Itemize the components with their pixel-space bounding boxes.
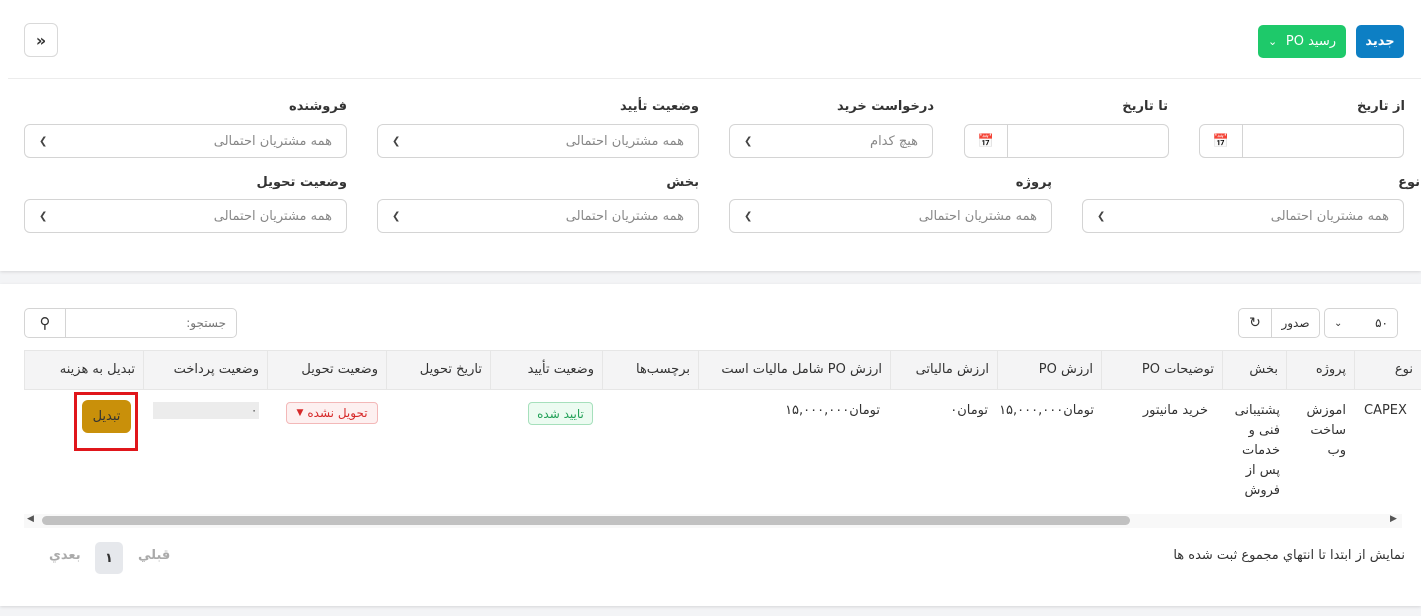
approval-status-label: وضعیت تأیید (619, 99, 699, 114)
project-select[interactable]: همه مشتریان احتمالی ❯ (729, 199, 1052, 233)
new-button[interactable]: جدید (1356, 25, 1404, 58)
column-header[interactable]: تبدیل به هزینه (24, 351, 143, 389)
divider (8, 78, 1421, 79)
column-header[interactable]: وضعیت تأیید (490, 351, 602, 389)
delivery-status-select[interactable]: همه مشتریان احتمالی ❯ (24, 199, 347, 233)
to-date-label: تا تاریخ (1122, 99, 1168, 114)
type-label: نوع (1398, 175, 1420, 190)
po-receipt-label: رسید PO (1285, 34, 1336, 49)
column-header[interactable]: پروژه (1286, 351, 1354, 389)
export-group: ↻ صدور (1238, 308, 1320, 338)
department-value: همه مشتریان احتمالی (565, 208, 684, 224)
po-receipt-dropdown-button[interactable]: رسید PO ⌄ (1258, 25, 1346, 58)
row-type: CAPEX (1364, 403, 1407, 418)
delivery-status-label: وضعیت تحویل (256, 175, 347, 190)
approval-status-value: همه مشتریان احتمالی (565, 133, 684, 149)
payment-status-value: ۰ (251, 404, 257, 417)
double-chevron-right-icon: » (35, 30, 47, 50)
column-header[interactable]: وضعیت تحویل (267, 351, 386, 389)
project-value: همه مشتریان احتمالی (918, 208, 1037, 224)
search-icon[interactable]: ⚲ (25, 309, 66, 337)
calendar-icon[interactable]: 📅 (965, 125, 1008, 157)
to-date-input[interactable]: 📅 (964, 124, 1169, 158)
row-po-value-with-tax: تومان۱۵,۰۰۰,۰۰۰ (785, 403, 880, 418)
page-number-button[interactable]: ۱ (95, 542, 123, 574)
payment-status-bar: ۰ (153, 402, 259, 419)
type-value: همه مشتریان احتمالی (1270, 208, 1389, 224)
export-button[interactable]: صدور (1272, 309, 1319, 337)
column-header[interactable]: بخش (1222, 351, 1286, 389)
from-date-input[interactable]: 📅 (1199, 124, 1404, 158)
project-label: پروژه (1015, 175, 1052, 190)
vendor-select[interactable]: همه مشتریان احتمالی ❯ (24, 124, 347, 158)
column-header[interactable]: برچسب‌ها (602, 351, 698, 389)
column-header[interactable]: نوع (1354, 351, 1421, 389)
next-page-button[interactable]: بعدي (49, 548, 81, 563)
department-select[interactable]: همه مشتریان احتمالی ❯ (377, 199, 699, 233)
vendor-label: فروشنده (289, 99, 347, 114)
chevron-down-icon: ⌄ (1334, 317, 1343, 329)
row-description: خرید مانیتور (1142, 403, 1208, 418)
column-header[interactable]: تاریخ تحویل (386, 351, 490, 389)
delivery-status-badge[interactable]: تحویل نشده ▼ (286, 402, 378, 424)
column-header[interactable]: توضیحات PO (1101, 351, 1222, 389)
chevron-down-icon: ❯ (39, 210, 48, 222)
purchase-request-value: هیچ کدام (870, 133, 918, 149)
scroll-right-icon[interactable]: ▶ (1390, 514, 1397, 524)
type-select[interactable]: همه مشتریان احتمالی ❯ (1082, 199, 1404, 233)
delivery-status-text: تحویل نشده (307, 406, 368, 420)
collapse-button[interactable]: » (24, 23, 58, 57)
from-date-label: از تاریخ (1357, 99, 1405, 114)
purchase-request-label: درخواست خرید (836, 99, 934, 114)
calendar-icon[interactable]: 📅 (1200, 125, 1243, 157)
chevron-down-icon: ⌄ (1268, 35, 1278, 48)
vendor-value: همه مشتریان احتمالی (213, 133, 332, 149)
purchase-request-select[interactable]: هیچ کدام ❯ (729, 124, 933, 158)
department-label: بخش (666, 175, 699, 190)
table-header: نوع پروژه بخش توضیحات PO ارزش PO ارزش ما… (24, 350, 1421, 390)
search-input[interactable] (66, 309, 236, 337)
row-project: اموزش ساخت وب (1306, 403, 1346, 458)
column-header[interactable]: ارزش مالیاتی (890, 351, 997, 389)
delivery-status-value: همه مشتریان احتمالی (213, 208, 332, 224)
chevron-down-icon: ❯ (744, 135, 753, 147)
column-header[interactable]: ارزش PO (997, 351, 1101, 389)
chevron-down-icon: ❯ (744, 210, 753, 222)
chevron-down-icon: ❯ (1097, 210, 1106, 222)
approval-status-select[interactable]: همه مشتریان احتمالی ❯ (377, 124, 699, 158)
page-size-value: ۵۰ (1375, 316, 1388, 330)
chevron-down-icon: ❯ (39, 135, 48, 147)
refresh-icon[interactable]: ↻ (1239, 309, 1272, 337)
chevron-down-icon: ❯ (392, 210, 401, 222)
convert-to-expense-button[interactable]: تبدیل (82, 400, 131, 433)
chevron-down-icon: ❯ (392, 135, 401, 147)
search-box: ⚲ (24, 308, 237, 338)
row-department: پشتیبانی فنی و خدمات پس از فروش (1234, 403, 1280, 498)
previous-page-button[interactable]: قبلي (138, 548, 170, 563)
caret-down-icon: ▼ (296, 408, 304, 418)
row-tax-value: تومان۰ (950, 403, 988, 418)
column-header[interactable]: وضعیت پرداخت (143, 351, 267, 389)
approval-status-badge: تایید شده (528, 402, 593, 425)
scrollbar-thumb[interactable] (42, 516, 1130, 525)
pagination-info: نمایش از ابتدا تا انتهاي مجموع ثبت شده ه… (1173, 548, 1405, 563)
row-po-value: تومان۱۵,۰۰۰,۰۰۰ (999, 403, 1094, 418)
page-size-select[interactable]: ⌄ ۵۰ (1324, 308, 1398, 338)
column-header[interactable]: ارزش PO شامل مالیات است (698, 351, 890, 389)
scroll-left-icon[interactable]: ◀ (27, 514, 34, 524)
